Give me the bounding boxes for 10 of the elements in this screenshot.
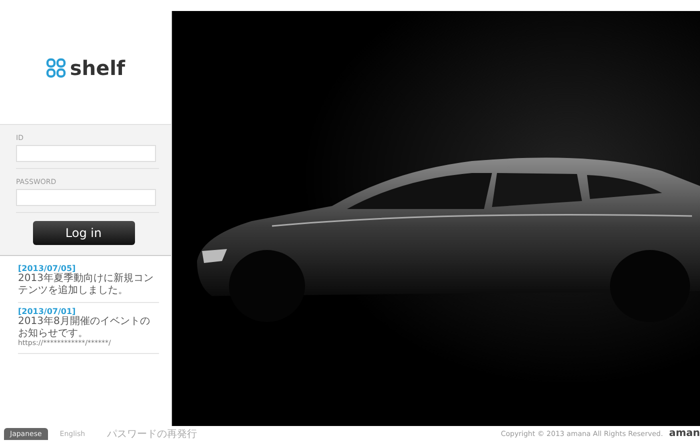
password-field[interactable]	[16, 189, 156, 206]
login-button[interactable]: Log in	[32, 221, 134, 245]
brand-logo: aman	[668, 428, 700, 439]
news-text: 2013年8月開催のイベントのお知らせです。	[18, 316, 151, 339]
logo-text: shelf	[70, 56, 126, 80]
id-field[interactable]	[16, 145, 156, 162]
news-date: [2013/07/05]	[18, 264, 77, 273]
news-date: [2013/07/01]	[18, 307, 77, 316]
logo-icon	[46, 58, 66, 78]
news-text: 2013年夏季動向けに新規コンテンツを追加しました。	[18, 273, 154, 296]
